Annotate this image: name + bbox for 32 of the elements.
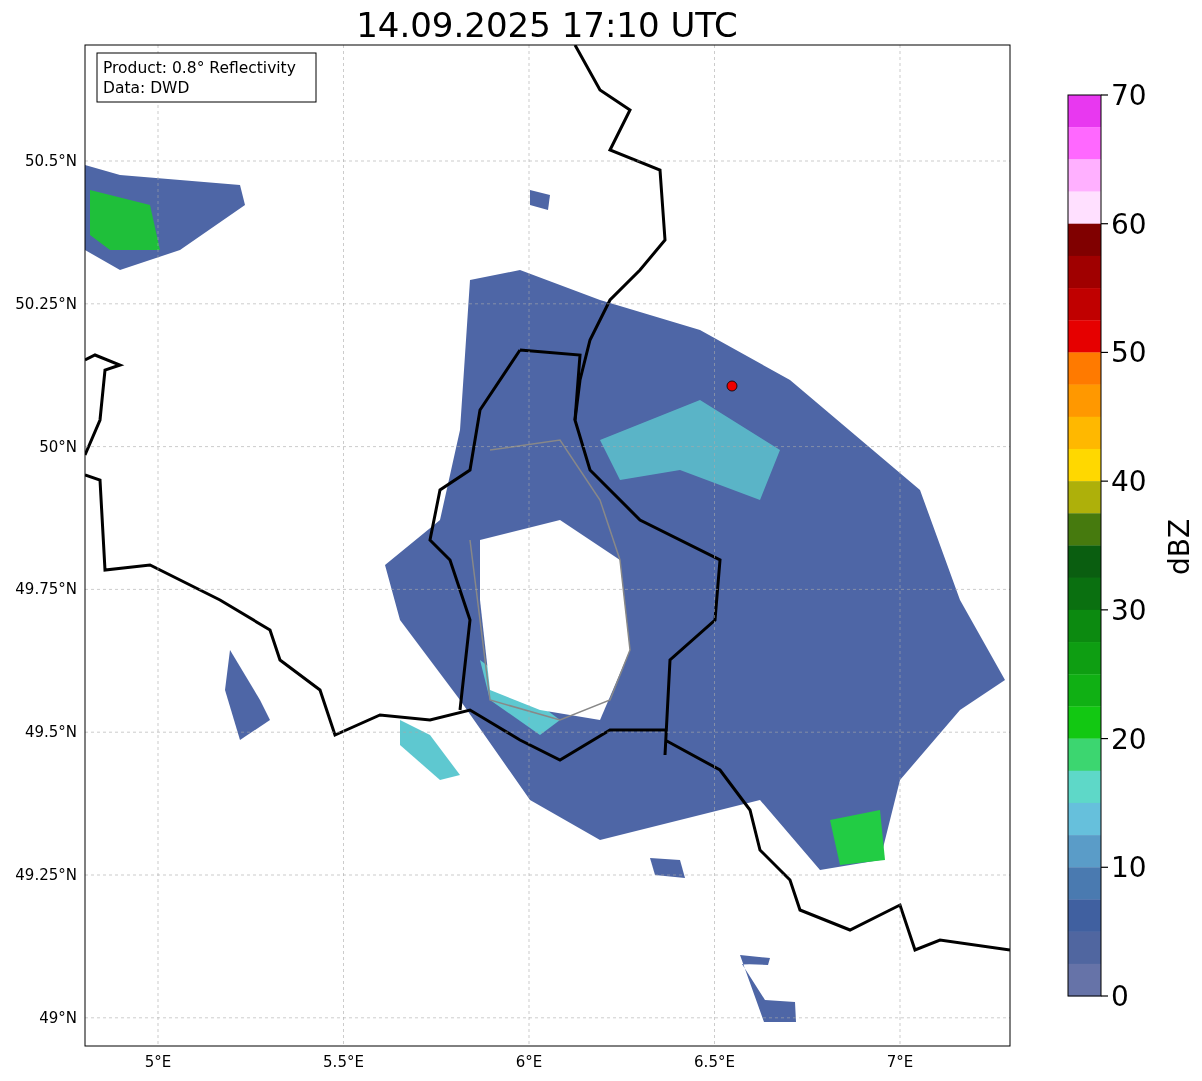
tick-mark xyxy=(1100,995,1109,997)
colorbar-label: dBZ xyxy=(1163,518,1196,576)
tick-mark xyxy=(1100,737,1109,740)
axis-tick-label: 6.5°E xyxy=(694,1053,735,1071)
tick-mark xyxy=(1100,94,1109,96)
colorbar-tick-label: 30 xyxy=(1111,593,1147,627)
axis-tick-label: 49.5°N xyxy=(24,723,77,742)
colorbar-tick-label: 20 xyxy=(1111,722,1147,756)
axis-tick-label: 7°E xyxy=(886,1053,914,1071)
colorbar-tick-label: 0 xyxy=(1111,980,1129,1013)
axis-tick-label: 49.75°N xyxy=(15,580,77,599)
axis-tick-label: 50.25°N xyxy=(15,294,77,313)
axis-tick-label: 50°N xyxy=(39,437,77,456)
tick-mark xyxy=(1100,609,1109,611)
axis-tick-label: 6°E xyxy=(515,1053,543,1071)
axis-tick-label: 5.5°E xyxy=(323,1053,364,1071)
axis-tick-label: 5°E xyxy=(144,1053,172,1071)
colorbar-tick-label: 10 xyxy=(1111,851,1147,885)
tick-mark xyxy=(1100,866,1109,868)
chart-title: 14.09.2025 17:10 UTC xyxy=(356,5,738,45)
colorbar-tick-label: 70 xyxy=(1111,79,1147,112)
axis-tick-label: 49.25°N xyxy=(15,866,77,884)
tick-mark xyxy=(1100,223,1109,225)
tick-mark xyxy=(1100,480,1109,482)
legend-text: Product: 0.8° Reflectivity xyxy=(103,59,296,77)
colorbar-tick-label: 60 xyxy=(1111,207,1147,241)
colorbar-tick-label: 40 xyxy=(1111,465,1147,499)
axis-tick-label: 50.5°N xyxy=(24,152,77,170)
colorbar-tick-label: 50 xyxy=(1111,336,1147,370)
axis-tick-label: 49°N xyxy=(39,1008,77,1027)
legend-text: Data: DWD xyxy=(103,79,190,97)
tick-mark xyxy=(1100,351,1109,354)
